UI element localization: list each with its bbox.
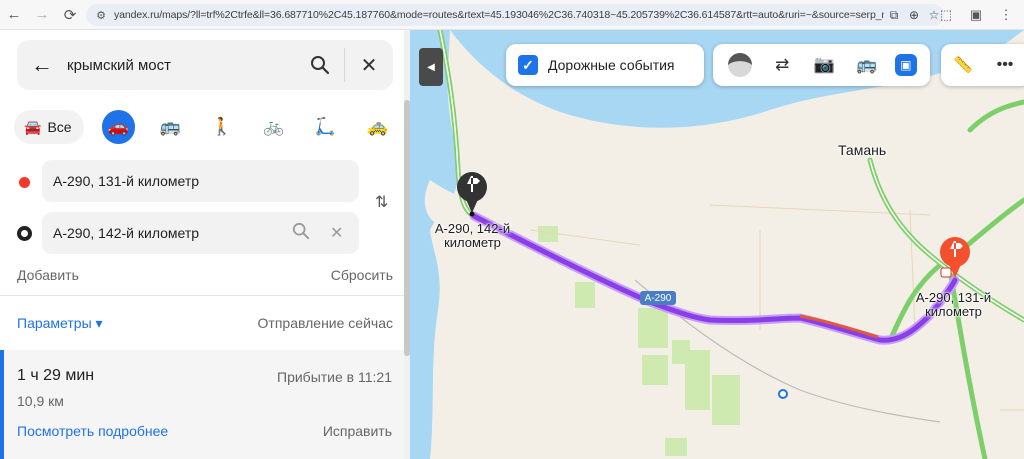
end-label-line1: А-290, 131-й: [915, 290, 992, 305]
scooter-mode-icon[interactable]: 🛴: [309, 110, 343, 144]
start-label-line2: километр: [444, 235, 501, 250]
departure-selector[interactable]: Отправление сейчас: [258, 315, 393, 331]
address-bar[interactable]: ⚙ yandex.ru/maps/?ll=trf%2Ctrfe&ll=36.68…: [86, 4, 944, 26]
bike-mode-icon[interactable]: 🚲: [257, 110, 291, 144]
extensions-icon[interactable]: ⬚: [934, 3, 958, 27]
from-field[interactable]: А-290, 131-й километр: [42, 160, 359, 202]
car-mode-icon[interactable]: 🚗: [101, 110, 136, 144]
back-arrow-icon[interactable]: ←: [17, 40, 67, 90]
collapse-panel-icon[interactable]: ◀: [419, 48, 443, 86]
layers-icon[interactable]: ▣: [894, 54, 917, 76]
cars-icon: 🚘: [24, 118, 42, 135]
mode-all-label: Все: [47, 119, 72, 135]
route-card[interactable]: 1 ч 29 мин Прибытие в 11:21 10,9 км Посм…: [0, 350, 404, 459]
to-field[interactable]: А-290, 142-й километр ✕: [42, 212, 359, 254]
traffic-label: Дорожные события: [548, 57, 675, 73]
end-label-line2: километр: [925, 304, 982, 319]
start-point-label: А-290, 142-й километр: [425, 222, 520, 250]
menu-icon[interactable]: ⋮: [994, 3, 1018, 27]
more-icon[interactable]: •••: [991, 51, 1019, 79]
swap-icon[interactable]: ⇅: [375, 192, 388, 212]
reload-icon[interactable]: ⟳: [56, 1, 84, 29]
from-value[interactable]: А-290, 131-й километр: [53, 173, 199, 189]
divider: [0, 295, 404, 296]
browser-toolbar: ← → ⟳ ⚙ yandex.ru/maps/?ll=trf%2Ctrfe&ll…: [0, 0, 1024, 30]
search-input[interactable]: крымский мост: [67, 57, 296, 74]
mode-all-button[interactable]: 🚘 Все: [14, 110, 84, 144]
transport-icon[interactable]: 🚌: [853, 51, 881, 79]
town-label: Тамань: [838, 142, 887, 158]
add-waypoint-button[interactable]: Добавить: [17, 267, 79, 283]
profile-icon[interactable]: ▣: [964, 3, 988, 27]
url-text[interactable]: yandex.ru/maps/?ll=trf%2Ctrfe&ll=36.6877…: [114, 9, 884, 21]
point-b-icon: [17, 226, 32, 241]
map-layers-panel: ⇄ 📷 🚌 ▣: [713, 44, 930, 86]
map-tools-panel: 📏 •••: [941, 44, 1024, 86]
selected-indicator: [0, 350, 4, 459]
bus-mode-icon[interactable]: 🚌: [153, 110, 187, 144]
photo-icon[interactable]: 📷: [810, 51, 838, 79]
start-label-line1: А-290, 142-й: [434, 221, 511, 236]
search-icon[interactable]: [296, 40, 344, 90]
taxi-mode-icon[interactable]: 🚕: [360, 110, 394, 144]
route-distance: 10,9 км: [17, 393, 64, 409]
search-icon[interactable]: [292, 222, 310, 245]
route-duration: 1 ч 29 мин: [17, 367, 95, 384]
details-link[interactable]: Посмотреть подробнее: [17, 423, 168, 439]
zoom-icon[interactable]: ⊕: [904, 8, 924, 22]
walk-mode-icon[interactable]: 🚶: [205, 110, 239, 144]
traffic-toggle[interactable]: ✓ Дорожные события: [506, 44, 704, 86]
transit-stop-icon: [778, 389, 788, 399]
reset-button[interactable]: Сбросить: [331, 267, 393, 283]
ruler-icon[interactable]: 📏: [949, 51, 977, 79]
install-icon[interactable]: ⧉: [884, 8, 904, 23]
forward-icon[interactable]: →: [28, 1, 56, 29]
end-point-label: А-290, 131-й километр: [906, 291, 1001, 319]
search-box[interactable]: ← крымский мост ✕: [17, 40, 393, 90]
panorama-icon[interactable]: ⇄: [768, 51, 796, 79]
map-mode-icon[interactable]: [726, 51, 754, 79]
route-sidebar: ← крымский мост ✕ 🚘 Все 🚗 🚌 🚶 🚲 🛴 🚕 А-29…: [0, 30, 410, 459]
close-icon[interactable]: ✕: [345, 40, 393, 90]
clear-icon[interactable]: ✕: [330, 223, 343, 243]
point-a-icon: [19, 177, 30, 188]
back-icon[interactable]: ←: [0, 1, 28, 29]
road-badge: А-290: [640, 291, 676, 305]
checkbox-checked-icon[interactable]: ✓: [518, 55, 538, 75]
fix-link[interactable]: Исправить: [323, 423, 392, 439]
transport-modes: 🚘 Все 🚗 🚌 🚶 🚲 🛴 🚕: [14, 110, 394, 144]
route-arrival: Прибытие в 11:21: [277, 369, 392, 385]
to-value[interactable]: А-290, 142-й километр: [53, 225, 199, 241]
parameters-dropdown[interactable]: Параметры ▾: [17, 315, 103, 332]
site-settings-icon[interactable]: ⚙: [94, 8, 108, 22]
